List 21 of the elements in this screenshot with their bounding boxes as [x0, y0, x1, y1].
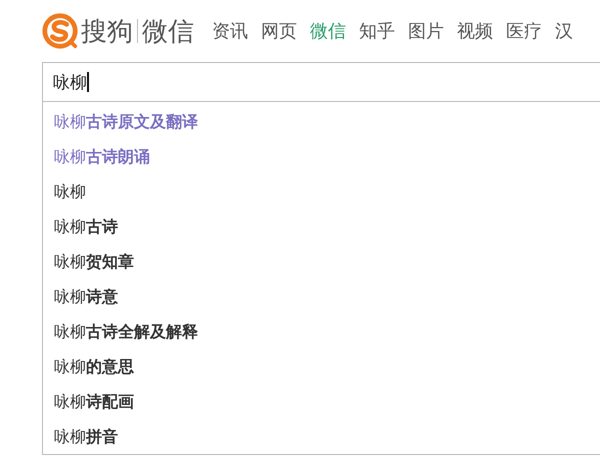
suggestion-item[interactable]: 咏柳古诗	[43, 209, 600, 244]
nav-tab[interactable]: 资讯	[212, 19, 248, 43]
logo-brand: 搜狗	[81, 16, 133, 48]
nav-tab[interactable]: 视频	[457, 19, 493, 43]
suggestion-item[interactable]: 咏柳古诗原文及翻译	[43, 104, 600, 139]
logo-icon	[41, 12, 79, 50]
suggestion-item[interactable]: 咏柳贺知章	[43, 244, 600, 279]
suggestion-item[interactable]: 咏柳诗意	[43, 279, 600, 314]
nav-tab[interactable]: 医疗	[506, 19, 542, 43]
search-field[interactable]: 咏柳	[42, 62, 600, 102]
suggestion-item[interactable]: 咏柳拼音	[43, 419, 600, 454]
nav-tab[interactable]: 网页	[261, 19, 297, 43]
nav-tab[interactable]: 知乎	[359, 19, 395, 43]
suggestion-item[interactable]: 咏柳古诗朗诵	[43, 139, 600, 174]
logo-product: 微信	[142, 16, 194, 48]
suggestion-item[interactable]: 咏柳的意思	[43, 349, 600, 384]
suggestion-item[interactable]: 咏柳	[43, 174, 600, 209]
nav-tab[interactable]: 图片	[408, 19, 444, 43]
suggestion-item[interactable]: 咏柳古诗全解及解释	[43, 314, 600, 349]
suggestion-item[interactable]: 咏柳诗配画	[43, 384, 600, 419]
nav-tab[interactable]: 汉	[555, 19, 573, 43]
